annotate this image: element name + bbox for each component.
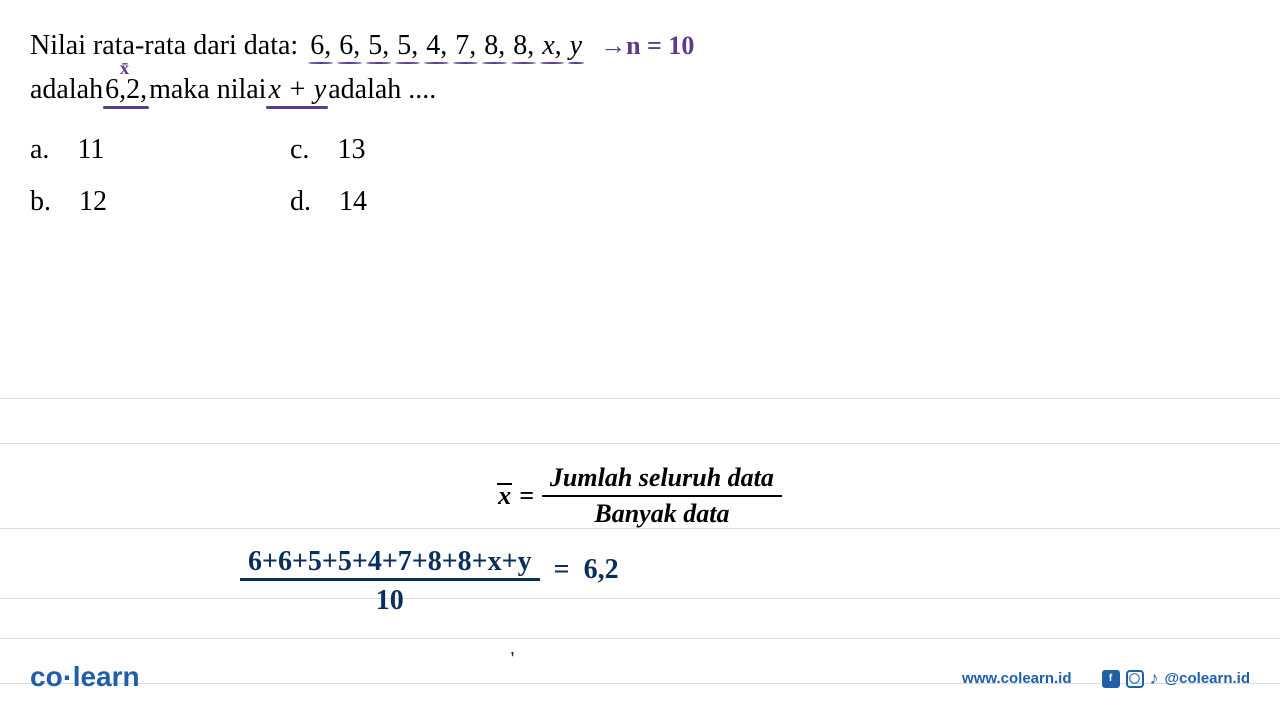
formula-denominator: Banyak data — [586, 497, 737, 529]
word-adalah: adalah — [30, 74, 103, 106]
footer: co·learn www.colearn.id f ◯ ♪ @colearn.i… — [30, 661, 1250, 696]
social-links: f ◯ ♪ @colearn.id — [1102, 668, 1250, 689]
handwritten-fraction: 6+6+5+5+4+7+8+8+x+y 10 — [240, 546, 540, 617]
data-item: 6, — [335, 30, 364, 62]
formula-xbar: x — [498, 481, 511, 511]
logo-co: co — [30, 661, 63, 692]
handwritten-equals: = — [554, 554, 570, 586]
option-value: 11 — [77, 134, 104, 166]
logo-learn: learn — [73, 661, 140, 692]
instagram-icon: ◯ — [1126, 670, 1144, 688]
option-value: 13 — [337, 134, 365, 166]
mean-value: 6,2, — [103, 74, 149, 106]
formula-fraction: Jumlah seluruh data Banyak data — [542, 463, 782, 529]
handwritten-result: 6,2 — [584, 554, 619, 586]
question-line-2: adalah 6,2, maka nilai x + y adalah .... — [30, 74, 1250, 106]
ruled-line — [0, 443, 1280, 444]
data-item: 8, — [509, 30, 538, 62]
tiktok-icon: ♪ — [1150, 668, 1159, 689]
option-c: c. 13 — [290, 134, 550, 166]
formula-numerator: Jumlah seluruh data — [542, 463, 782, 495]
logo-dot: · — [63, 662, 73, 695]
question-prefix: Nilai rata-rata dari data: — [30, 30, 298, 62]
option-d: d. 14 — [290, 186, 550, 218]
question-content: Nilai rata-rata dari data: 6, 6, 5, 5, 4… — [0, 0, 1280, 218]
data-item: 5, — [364, 30, 393, 62]
mean-formula: x = Jumlah seluruh data Banyak data — [0, 463, 1280, 529]
handwritten-denominator: 10 — [376, 581, 404, 617]
option-letter: d. — [290, 186, 311, 218]
option-value: 14 — [339, 186, 367, 218]
option-letter: a. — [30, 134, 49, 166]
formula-equals: = — [519, 481, 534, 511]
ruled-line — [0, 398, 1280, 399]
handwritten-numerator: 6+6+5+5+4+7+8+8+x+y — [240, 546, 540, 581]
option-b: b. 12 — [30, 186, 290, 218]
data-item: 5, — [393, 30, 422, 62]
facebook-icon: f — [1102, 670, 1120, 688]
expr-xplusy: x + y — [266, 74, 328, 106]
footer-url: www.colearn.id — [962, 670, 1071, 687]
option-letter: b. — [30, 186, 51, 218]
ruled-line — [0, 638, 1280, 639]
word-end: adalah .... — [328, 74, 436, 106]
option-a: a. 11 — [30, 134, 290, 166]
question-line-1: Nilai rata-rata dari data: 6, 6, 5, 5, 4… — [30, 30, 1250, 62]
footer-right: www.colearn.id f ◯ ♪ @colearn.id — [962, 668, 1250, 689]
option-letter: c. — [290, 134, 309, 166]
annotation-n: n = 10 — [626, 31, 694, 61]
option-value: 12 — [79, 186, 107, 218]
data-item: 7, — [451, 30, 480, 62]
brand-logo: co·learn — [30, 661, 140, 696]
social-handle: @colearn.id — [1165, 670, 1250, 687]
data-item: 4, — [422, 30, 451, 62]
data-item-y: y — [566, 30, 586, 62]
data-item-x: x, — [538, 30, 565, 62]
data-item: 8, — [480, 30, 509, 62]
answer-options: a. 11 c. 13 b. 12 d. 14 — [30, 134, 1250, 218]
annotation-arrow: → — [600, 31, 626, 61]
ruled-line — [0, 598, 1280, 599]
word-maka: maka nilai — [149, 74, 266, 106]
handwritten-equation: 6+6+5+5+4+7+8+8+x+y 10 = 6,2 — [240, 546, 619, 617]
data-item: 6, — [306, 30, 335, 62]
